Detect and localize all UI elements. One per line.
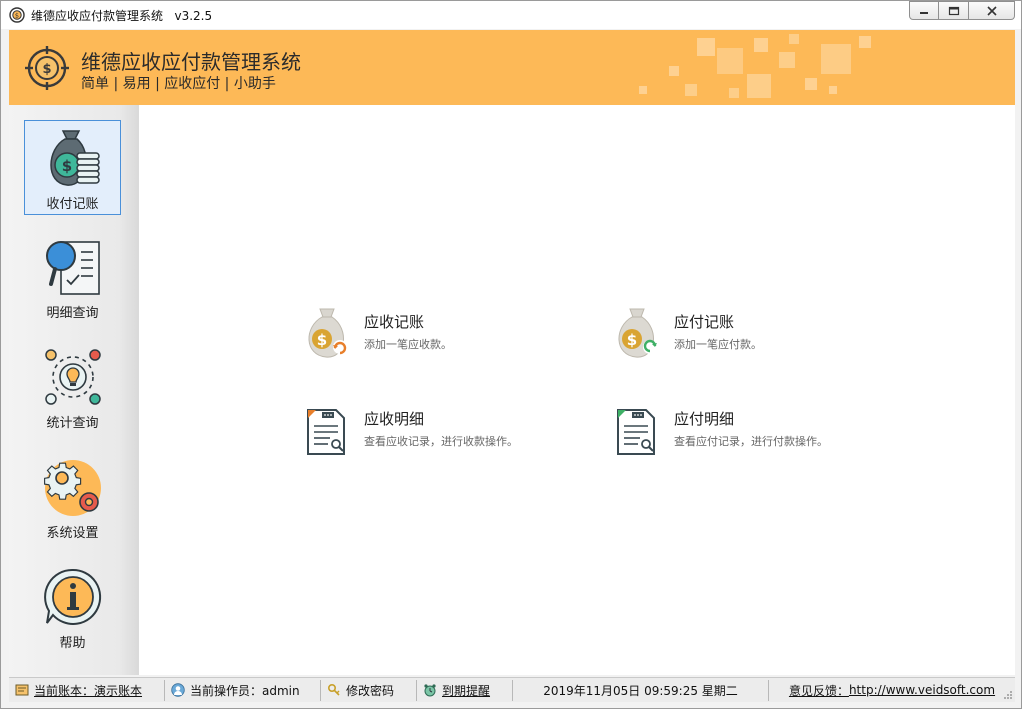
payable-entry-button[interactable]: $ 应付记账 添加一笔应付款。 (612, 305, 882, 365)
sidebar-item-label: 系统设置 (46, 526, 99, 541)
receivable-report-icon (307, 409, 345, 455)
change-password-text: 修改密码 (346, 683, 395, 698)
svg-text:$: $ (61, 157, 71, 175)
sidebar-item-label: 帮助 (59, 636, 86, 651)
minimize-icon (920, 11, 928, 14)
key-icon (327, 683, 340, 696)
title-bar[interactable]: $ 维德应收应付款管理系统 v3.2.5 (1, 1, 1021, 29)
app-window: $ 维德应收应付款管理系统 v3.2.5 $ 维德应收应付款管理系统 简单 | … (0, 0, 1022, 709)
restore-button[interactable] (939, 1, 969, 20)
change-password-button[interactable]: 修改密码 (321, 679, 417, 701)
main-content: $ 应收记账 添加一笔应收款。 $ 应付记账 添加一笔应付款。 应收明细 查看应… (139, 105, 1015, 675)
svg-text:$: $ (15, 12, 19, 20)
due-reminder-link[interactable]: 到期提醒 (417, 679, 513, 701)
receivable-bag-icon: $ (308, 308, 347, 358)
sidebar-item-statistics[interactable]: 统计查询 (24, 340, 121, 435)
target-dollar-icon: $ (9, 7, 25, 23)
window-title: 维德应收应付款管理系统 v3.2.5 (31, 7, 212, 24)
money-bag-icon: $ (49, 130, 100, 186)
window-controls (909, 1, 1015, 21)
current-account-link[interactable]: 当前账本：演示账本 (9, 679, 165, 701)
restore-icon (948, 6, 959, 15)
lightbulb-cycle-icon (44, 349, 101, 405)
current-operator-text: 当前操作员：admin (190, 683, 300, 698)
close-button[interactable] (969, 1, 1015, 20)
window-title-text: 维德应收应付款管理系统 (31, 9, 164, 23)
sidebar-item-bookkeeping[interactable]: $ 收付记账 (24, 120, 121, 215)
receivable-entry-button[interactable]: $ 应收记账 添加一笔应收款。 (302, 305, 572, 365)
info-bubble-icon (43, 568, 101, 625)
tile-title: 应付记账 (674, 313, 735, 331)
datetime-display: 2019年11月05日 09:59:25 星期二 (513, 679, 769, 701)
minimize-button[interactable] (909, 1, 939, 20)
tile-title: 应收明细 (364, 410, 425, 428)
tile-description: 添加一笔应收款。 (364, 338, 452, 351)
current-operator: 当前操作员：admin (165, 679, 321, 701)
banner-title: 维德应收应付款管理系统 (81, 50, 301, 74)
current-account-text: 当前账本：演示账本 (34, 683, 143, 698)
banner-subtitle: 简单 | 易用 | 应收应付 | 小助手 (81, 76, 276, 92)
feedback-label: 意见反馈： (788, 683, 849, 698)
alarm-clock-icon (424, 684, 436, 697)
svg-text:$: $ (627, 331, 637, 349)
user-icon (171, 683, 185, 697)
datetime-text: 2019年11月05日 09:59:25 星期二 (543, 683, 738, 698)
payable-detail-button[interactable]: 应付明细 查看应付记录，进行付款操作。 (612, 402, 882, 462)
svg-text:$: $ (42, 62, 51, 77)
due-reminder-text: 到期提醒 (442, 683, 491, 698)
sidebar-item-detail-query[interactable]: 明细查询 (24, 230, 121, 325)
target-dollar-icon: $ (25, 46, 69, 90)
svg-text:$: $ (317, 331, 327, 349)
tile-title: 应付明细 (674, 410, 735, 428)
tile-title: 应收记账 (364, 313, 425, 331)
sidebar-item-label: 统计查询 (46, 416, 99, 431)
feedback-link[interactable]: 意见反馈： http://www.veidsoft.com (769, 680, 1015, 701)
sidebar-item-settings[interactable]: 系统设置 (24, 450, 121, 545)
window-version: v3.2.5 (174, 9, 213, 23)
sidebar-item-label: 明细查询 (46, 306, 99, 321)
tile-description: 查看应收记录，进行收款操作。 (364, 435, 518, 448)
payable-bag-icon: $ (618, 308, 657, 358)
header-banner: $ 维德应收应付款管理系统 简单 | 易用 | 应收应付 | 小助手 (9, 30, 1015, 105)
status-bar: 当前账本：演示账本 当前操作员：admin 修改密码 到期提醒 2019年11月… (9, 677, 1015, 702)
gears-icon (43, 460, 101, 516)
receivable-detail-button[interactable]: 应收明细 查看应收记录，进行收款操作。 (302, 402, 572, 462)
sidebar-item-label: 收付记账 (46, 197, 99, 212)
magnifier-document-icon (45, 241, 100, 295)
resize-grip-icon[interactable] (1003, 690, 1013, 700)
tile-description: 添加一笔应付款。 (674, 338, 762, 351)
payable-report-icon (617, 409, 655, 455)
close-icon (986, 5, 997, 16)
sidebar: $ 收付记账 明细查询 统计查询 系统设置 帮助 (9, 105, 139, 675)
tile-description: 查看应付记录，进行付款操作。 (674, 435, 828, 448)
feedback-url[interactable]: http://www.veidsoft.com (849, 683, 995, 697)
sidebar-item-help[interactable]: 帮助 (24, 560, 121, 655)
ledger-icon (15, 684, 29, 696)
